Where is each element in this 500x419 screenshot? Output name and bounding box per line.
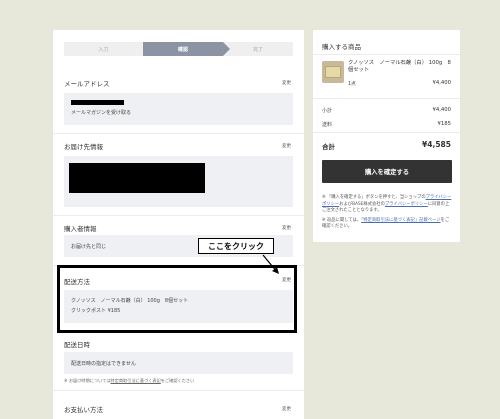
total-value: ¥4,585 [422,140,451,149]
divider [53,133,304,134]
annotation-arrow-icon [262,254,279,274]
redacted-address [69,163,205,193]
step-confirm: 確認 [143,42,223,56]
buyer-value: お届け先と同じ [71,244,107,250]
base-privacy-link[interactable]: プライバシーポリシー [385,202,428,207]
checkout-stepper: 入力 確認 完了 [64,42,293,56]
buyer-section-title: 購入者情報 [64,225,97,233]
delivery-date-value: 配送日時の指定はできません [71,361,136,367]
subtotal-value: ¥4,400 [432,107,451,113]
return-note: ※ 返品に関しては、「特定商取引法に基づく表記」記載ページをご確認ください。 [322,217,450,230]
summary-notes: ※ 「購入を確定する」ボタンを押すと、当ショップのプライバシーポリシーおよびBA… [322,195,453,234]
legal-notice-link[interactable]: 特定商取引法に基づく表記 [111,378,161,383]
step-separator [223,42,230,56]
shipping-fee-label: 送料 [322,122,333,128]
email-box: メールマガジンを受け取る [64,93,293,125]
checkout-form-panel: 入力 確認 完了 メールアドレス 変更 メールマガジンを受け取る お届け先情報 … [53,30,304,419]
delivery-date-box: 配送日時の指定はできません [64,352,293,374]
buyer-change-link[interactable]: 変更 [282,225,291,231]
subtotal-label: 小計 [322,108,333,114]
delivery-date-note: ※ お届け時期については特定商取引法に基づく表記をご確認ください [64,378,195,383]
privacy-note: ※ 「購入を確定する」ボタンを押すと、当ショップのプライバシーポリシーおよびBA… [322,195,452,213]
shipping-section-title: お届け先情報 [64,143,103,151]
email-section-title: メールアドレス [64,80,110,88]
product-quantity: 1点 [348,82,356,87]
delivery-date-title: 配送日時 [64,341,90,349]
step-input: 入力 [64,42,143,56]
payment-section-title: お支払い方法 [64,406,103,414]
product-thumbnail [322,61,344,83]
email-change-link[interactable]: 変更 [282,80,291,86]
summary-title: 購入する商品 [322,43,361,51]
divider [53,390,304,391]
divider [313,98,460,99]
product-name: クノッソス ノーマル石鹸（白） 100g 8個セット [348,60,451,73]
product-price: ¥4,400 [432,80,451,86]
divider [53,215,304,216]
total-label: 合計 [322,143,335,151]
step-complete: 完了 [223,42,293,56]
shipping-address-box [64,156,293,207]
annotation-label: ここをクリック [198,238,274,254]
payment-change-link[interactable]: 変更 [282,406,291,412]
newsletter-option[interactable]: メールマガジンを受け取る [71,109,131,116]
shipping-fee-value: ¥185 [437,121,451,127]
redacted-email [71,100,124,105]
divider [313,54,460,55]
legal-page-link[interactable]: 「特定商取引法に基づく表記」記載ページ [361,218,440,223]
confirm-purchase-button[interactable]: 購入を確定する [322,160,452,183]
shipping-change-link[interactable]: 変更 [282,143,291,149]
order-summary-panel: 購入する商品 クノッソス ノーマル石鹸（白） 100g 8個セット 1点 ¥4,… [313,30,460,242]
divider [313,132,460,133]
